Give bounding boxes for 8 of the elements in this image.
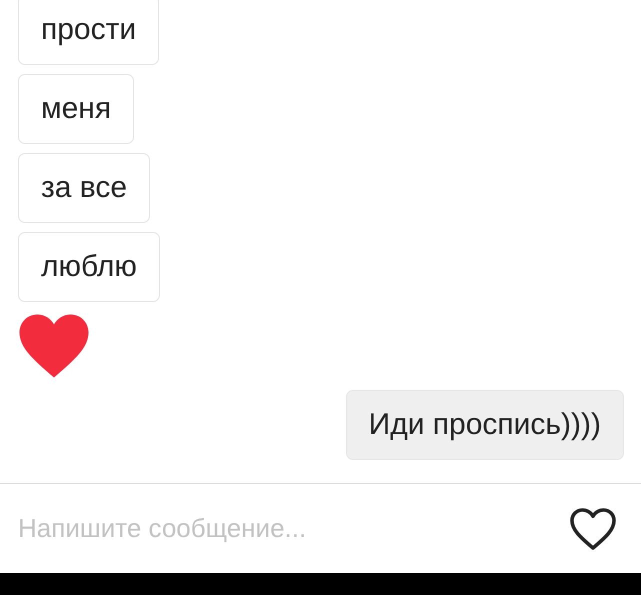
message-bubble: Иди проспись)))) bbox=[346, 390, 624, 460]
heart-icon bbox=[569, 506, 617, 550]
like-button[interactable] bbox=[569, 506, 617, 550]
message-bubble: люблю bbox=[18, 232, 160, 302]
message-input[interactable]: Напишите сообщение... bbox=[18, 513, 569, 544]
message-bubble: за все bbox=[18, 153, 150, 223]
message-bubble: меня bbox=[18, 74, 134, 144]
message-bubble: прости bbox=[18, 0, 160, 65]
